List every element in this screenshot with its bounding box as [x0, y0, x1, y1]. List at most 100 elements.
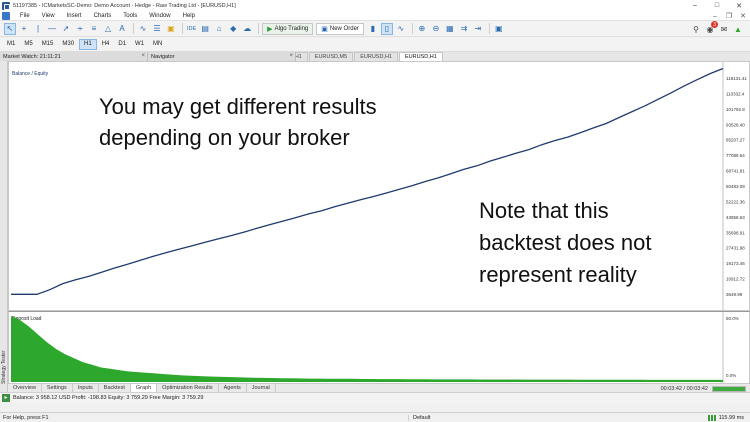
- timeframe-d1[interactable]: D1: [114, 39, 130, 50]
- balance-y-tick-label: 3649.99: [726, 292, 743, 297]
- timeframe-w1[interactable]: W1: [131, 39, 148, 50]
- line-chart-icon[interactable]: ∿: [395, 23, 407, 35]
- child-minimize-icon[interactable]: –: [708, 11, 722, 21]
- child-restore-icon[interactable]: ❐: [722, 11, 736, 21]
- deposit-load-chart[interactable]: Deposit Load 50.0%0.0% 2020.06.172020.08…: [8, 311, 750, 392]
- notification-badge: 3: [711, 21, 718, 28]
- balance-y-tick-label: 93528.40: [726, 122, 745, 127]
- cursor-icon[interactable]: ↖: [4, 22, 16, 35]
- deposit-y-tick-label: 50.0%: [726, 316, 739, 321]
- tile-windows-icon[interactable]: ▦: [444, 23, 456, 35]
- chat-icon[interactable]: ✉: [718, 23, 730, 35]
- toolbar-separator: [182, 23, 183, 34]
- remaining-time: 00:03:42: [686, 385, 708, 392]
- zoom-out-icon[interactable]: ⊖: [430, 23, 442, 35]
- app-icon: [2, 1, 10, 10]
- menu-item-window[interactable]: Window: [143, 11, 176, 21]
- text-icon[interactable]: A: [116, 23, 128, 35]
- timeframe-m30[interactable]: M30: [58, 39, 78, 50]
- strategy-tester-strip[interactable]: Strategy Tester: [0, 61, 8, 403]
- algo-trading-button[interactable]: ▶ Algo Trading: [262, 22, 314, 35]
- play-icon: ▶: [267, 25, 273, 33]
- timeframe-toolbar: M1 M5 M15 M30 H1 H4 D1 W1 MN: [0, 38, 750, 52]
- autoscroll-icon[interactable]: ⇉: [458, 23, 470, 35]
- status-bar: For Help, press F1 Default 115.99 ms: [0, 412, 750, 422]
- strategy-tester-strip-label: Strategy Tester: [1, 350, 7, 384]
- screenshot-icon[interactable]: ▣: [493, 23, 505, 35]
- menu-item-file[interactable]: File: [14, 11, 36, 21]
- close-icon[interactable]: ×: [289, 52, 293, 61]
- minimize-icon[interactable]: –: [684, 0, 706, 11]
- balance-chart[interactable]: Balance / Equity 118131.41 110332.4 101792…: [8, 61, 750, 311]
- search-icon[interactable]: ⚲: [690, 23, 702, 35]
- notifications-icon[interactable]: ◉ 3: [704, 21, 718, 35]
- trendline-icon[interactable]: ➚: [60, 23, 72, 35]
- horizontal-line-icon[interactable]: —: [46, 23, 58, 35]
- toolbar-separator: [411, 23, 413, 34]
- timeframe-h4[interactable]: H4: [98, 39, 114, 50]
- menu-bar: File View Insert Charts Tools Window Hel…: [0, 11, 750, 21]
- bar-chart-icon[interactable]: ▮: [367, 23, 379, 35]
- timeframe-m5[interactable]: M5: [20, 39, 36, 50]
- status-network[interactable]: 115.99 ms: [707, 413, 744, 422]
- main-toolbar: ↖ + | — ➚ ∻ ≡ △ A ∿ ☰ ▣ IDE ▤ ⌂ ◆ ☁ ▶ Alg…: [0, 21, 750, 37]
- panel-headers: Market Watch: 21:11:21 × Navigator × EUR…: [0, 52, 750, 61]
- terminal-logo-icon[interactable]: [2, 11, 10, 20]
- timeframe-mn[interactable]: MN: [149, 39, 166, 50]
- elapsed-time: 00:03:42: [660, 385, 682, 392]
- strategy-tester-icon[interactable]: ▤: [199, 23, 211, 35]
- expand-arrow-icon[interactable]: ▸: [2, 394, 10, 402]
- templates-icon[interactable]: ▣: [165, 23, 177, 35]
- timeframe-m1[interactable]: M1: [3, 39, 19, 50]
- vertical-line-icon[interactable]: |: [32, 23, 44, 35]
- menu-item-tools[interactable]: Tools: [117, 11, 143, 21]
- chart-tab-eurusd-h1-2[interactable]: EURUSD,H1: [354, 52, 398, 61]
- timeframe-h1[interactable]: H1: [79, 39, 97, 50]
- signals-icon[interactable]: ◆: [227, 23, 239, 35]
- algo-trading-label: Algo Trading: [274, 25, 309, 32]
- timeframe-m15[interactable]: M15: [38, 39, 58, 50]
- new-order-label: New Order: [329, 25, 359, 32]
- balance-y-tick-label: 85207.27: [726, 138, 745, 143]
- new-order-button[interactable]: ▣ New Order: [316, 22, 364, 35]
- child-close-icon[interactable]: ✕: [736, 11, 750, 21]
- new-order-icon: ▣: [321, 25, 328, 33]
- shapes-icon[interactable]: △: [102, 23, 114, 35]
- channel-icon[interactable]: ∻: [74, 23, 86, 35]
- maximize-icon[interactable]: □: [706, 0, 728, 11]
- balance-y-tick-label: 101792.8: [726, 107, 745, 112]
- balance-y-tick-label: 10912.72: [726, 277, 745, 282]
- balance-y-tick-label: 43958.63: [726, 215, 745, 220]
- chart-shift-icon[interactable]: ⇥: [472, 23, 484, 35]
- navigator-header[interactable]: Navigator ×: [148, 52, 296, 61]
- candlestick-icon[interactable]: ▯: [380, 22, 393, 35]
- crosshair-icon[interactable]: +: [18, 23, 30, 35]
- close-icon[interactable]: ×: [141, 52, 145, 61]
- ide-icon[interactable]: IDE: [186, 23, 197, 35]
- menu-item-help[interactable]: Help: [177, 11, 201, 21]
- menu-item-view[interactable]: View: [36, 11, 61, 21]
- menu-item-insert[interactable]: Insert: [61, 11, 88, 21]
- mql5-community-icon[interactable]: ▲: [732, 23, 744, 35]
- balance-y-tick-label: 77089.54: [726, 153, 745, 158]
- status-help-text: For Help, press F1: [3, 414, 49, 421]
- close-icon[interactable]: ✕: [728, 0, 750, 11]
- fibonacci-icon[interactable]: ≡: [88, 23, 100, 35]
- chart-tab-eurusd-h1-active[interactable]: EURUSD,H1: [399, 52, 443, 61]
- toolbar-separator: [133, 23, 134, 34]
- chart-tab-eurusd-m5[interactable]: EURUSD,M5: [308, 52, 354, 61]
- balance-y-ticks: 118131.41 110332.4 101792.8 93528.40 85207.2…: [726, 76, 747, 297]
- market-icon[interactable]: ⌂: [213, 23, 225, 35]
- menu-item-charts[interactable]: Charts: [88, 11, 118, 21]
- market-watch-header[interactable]: Market Watch: 21:11:21 ×: [0, 52, 148, 61]
- balance-chart-svg: Balance / Equity 118131.41 110332.4 101792…: [11, 62, 747, 310]
- toolbar-separator: [258, 23, 260, 34]
- indicators-icon[interactable]: ∿: [137, 23, 149, 35]
- objects-list-icon[interactable]: ☰: [151, 23, 163, 35]
- status-profile[interactable]: Default: [408, 414, 588, 421]
- account-summary: Balance: 3 958.12 USD Profit: -198.83 Eq…: [13, 395, 204, 401]
- toolbar-separator: [488, 23, 490, 34]
- navigator-title: Navigator: [151, 53, 175, 60]
- zoom-in-icon[interactable]: ⊕: [416, 23, 428, 35]
- vps-icon[interactable]: ☁: [241, 23, 253, 35]
